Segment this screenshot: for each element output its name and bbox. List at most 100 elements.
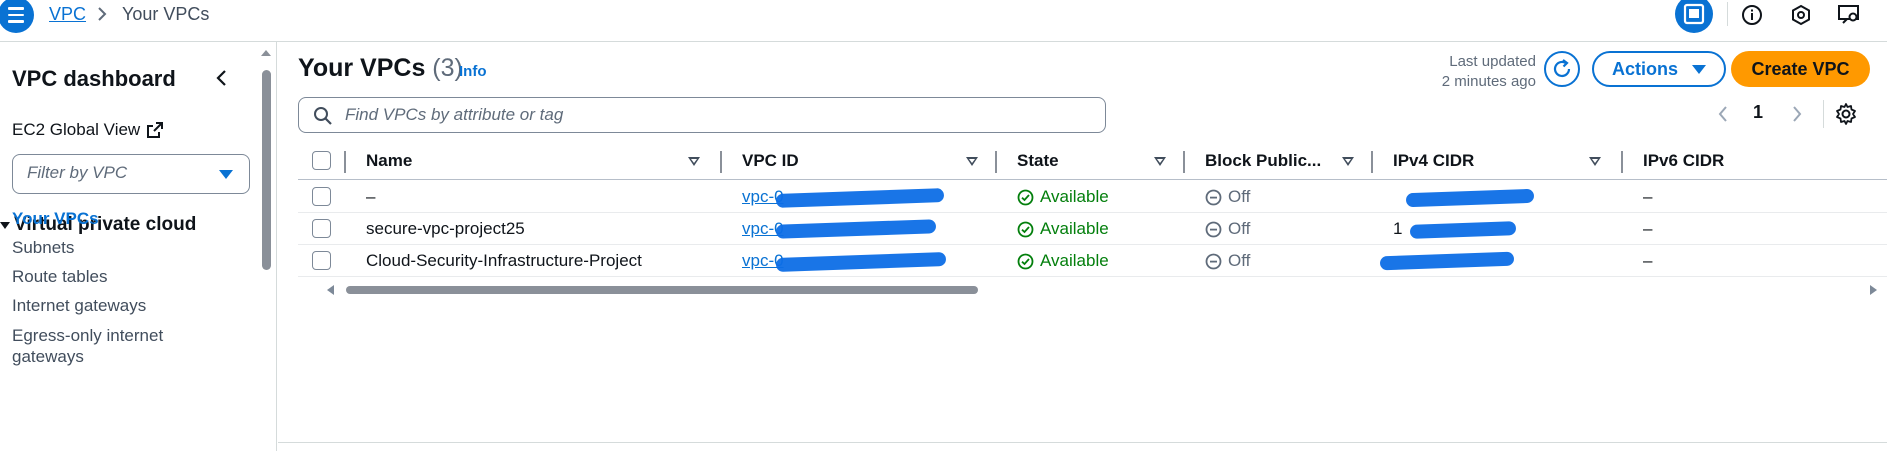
block-label: Off [1228,187,1251,206]
external-link-icon [147,122,164,138]
last-updated: Last updated 2 minutes ago [1408,52,1536,92]
state-label: Available [1040,187,1109,206]
table-horizontal-scrollbar[interactable] [298,282,1887,296]
last-updated-time: 2 minutes ago [1441,73,1536,90]
info-icon[interactable] [1737,0,1767,30]
chevron-left-icon[interactable] [1716,104,1730,124]
sidebar-scrollbar-thumb[interactable] [262,70,271,270]
row-checkbox[interactable] [312,219,331,238]
page-title-text: Your VPCs [298,54,426,82]
cell-block-public-access: Off [1205,181,1250,213]
cell-state: Available [1017,181,1109,213]
column-header-name[interactable]: Name [366,142,412,180]
sidebar-item-route-tables[interactable]: Route tables [12,267,107,287]
search-input[interactable]: Find VPCs by attribute or tag [298,97,1106,133]
chevron-left-icon[interactable] [210,66,234,90]
column-header-ipv6-cidr[interactable]: IPv6 CIDR [1643,142,1724,180]
filter-by-vpc-select[interactable]: Filter by VPC [12,154,250,194]
sidebar-item-subnets[interactable]: Subnets [12,238,74,258]
hamburger-menu-button[interactable] [0,0,34,33]
off-minus-icon [1205,221,1222,237]
column-header-state[interactable]: State [1017,142,1059,180]
breadcrumb-vpc-link[interactable]: VPC [49,4,86,25]
scroll-left-arrow[interactable] [327,285,334,295]
column-divider[interactable] [1183,151,1185,173]
chevron-right-icon[interactable] [1790,104,1804,124]
cell-state: Available [1017,213,1109,245]
sidebar-item-internet-gateways[interactable]: Internet gateways [12,296,146,316]
cell-block-public-access: Off [1205,213,1250,245]
cell-name: secure-vpc-project25 [366,219,525,238]
state-label: Available [1040,219,1109,238]
divider [278,442,1887,443]
sort-icon[interactable] [966,157,978,166]
block-label: Off [1228,251,1251,270]
cell-ipv6-cidr: – [1643,219,1653,238]
divider [1727,2,1728,26]
split-panel-icon[interactable] [1675,0,1713,33]
table-row[interactable]: Cloud-Security-Infrastructure-Project vp… [298,245,1887,277]
row-checkbox[interactable] [312,187,331,206]
last-updated-label: Last updated [1449,53,1536,70]
table-row[interactable]: secure-vpc-project25 vpc-0 Available Off… [298,213,1887,245]
scroll-right-arrow[interactable] [1870,285,1877,295]
cell-state: Available [1017,245,1109,277]
column-divider[interactable] [1621,151,1623,173]
off-minus-icon [1205,253,1222,269]
column-header-ipv4-cidr[interactable]: IPv4 CIDR [1393,142,1474,180]
success-check-icon [1017,221,1034,237]
off-minus-icon [1205,189,1222,205]
sort-icon[interactable] [688,157,700,166]
redaction-scribble [1409,221,1517,239]
page-number[interactable]: 1 [1753,102,1763,123]
search-icon [314,107,332,125]
ec2-global-view-link[interactable]: EC2 Global View [12,120,164,140]
sidebar-title: VPC dashboard [12,66,176,91]
sidebar-item-your-vpcs[interactable]: Your VPCs [12,209,99,229]
select-all-checkbox[interactable] [312,151,331,170]
scroll-up-arrow[interactable] [261,50,271,56]
cell-ipv6-cidr: – [1643,251,1653,270]
redaction-scribble [775,219,937,239]
caret-down-icon [219,170,233,179]
actions-dropdown-button[interactable]: Actions [1592,51,1726,87]
breadcrumb-current: Your VPCs [122,4,210,24]
menu-line [8,7,24,10]
horizontal-scrollbar-thumb[interactable] [346,286,978,294]
cell-block-public-access: Off [1205,245,1250,277]
sort-icon[interactable] [1589,157,1601,166]
actions-label: Actions [1611,58,1678,79]
sort-icon[interactable] [1154,157,1166,166]
gear-icon[interactable] [1834,102,1858,126]
feedback-icon[interactable] [1834,0,1864,30]
column-divider[interactable] [720,151,722,173]
redaction-scribble [775,252,947,272]
caret-down-icon [0,221,10,229]
success-check-icon [1017,189,1034,205]
search-placeholder: Find VPCs by attribute or tag [345,105,564,124]
block-label: Off [1228,219,1251,238]
main-content: Your VPCs (3) Info Last updated 2 minute… [278,42,1887,451]
chevron-right-icon [98,7,107,21]
cell-ipv4-cidr: 1 [1393,219,1403,238]
table-row[interactable]: – vpc-0 Available Off – [298,181,1887,213]
cell-name: Cloud-Security-Infrastructure-Project [366,251,642,270]
ec2-global-view-label: EC2 Global View [12,120,141,139]
column-divider [344,151,346,173]
success-check-icon [1017,253,1034,269]
row-checkbox[interactable] [312,251,331,270]
redaction-scribble [1379,251,1515,271]
column-header-vpc-id[interactable]: VPC ID [742,142,799,180]
info-link[interactable]: Info [459,63,487,80]
column-divider[interactable] [1371,151,1373,173]
column-divider[interactable] [995,151,997,173]
create-vpc-button[interactable]: Create VPC [1731,51,1870,87]
top-navigation-bar: VPC Your VPCs [0,0,1887,42]
redaction-scribble [775,188,945,208]
sidebar-item-egress-only-internet-gateways[interactable]: Egress-only internet gateways [12,325,202,367]
divider [1823,100,1824,128]
sort-icon[interactable] [1342,157,1354,166]
hexagon-settings-icon[interactable] [1786,0,1816,30]
refresh-button[interactable] [1544,51,1580,87]
column-header-block-public-access[interactable]: Block Public... [1205,142,1321,180]
